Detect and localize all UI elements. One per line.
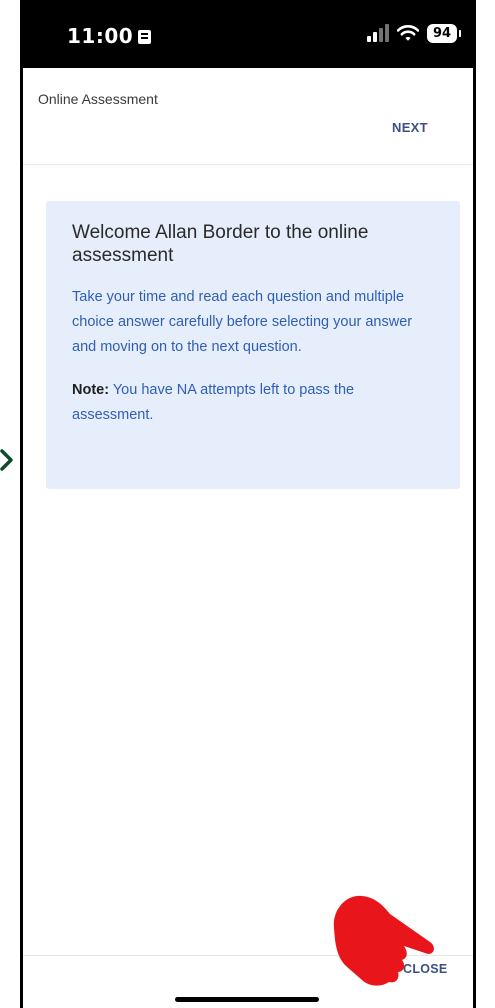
wifi-icon <box>397 25 419 41</box>
app-header: Online Assessment NEXT <box>23 68 473 165</box>
note-label: Note: <box>72 382 110 398</box>
welcome-title: Welcome Allan Border to the online asses… <box>72 222 369 266</box>
attempts-note: Note: You have NA attempts left to pass … <box>72 378 436 428</box>
status-time: 11:00 <box>67 24 152 48</box>
cellular-signal-icon <box>367 24 389 42</box>
chevron-right-icon <box>0 449 13 471</box>
home-indicator[interactable] <box>175 997 319 1002</box>
battery-indicator: 94 <box>427 24 461 43</box>
page-title: Online Assessment <box>38 91 158 107</box>
status-bar: 11:00 94 <box>23 0 473 68</box>
time-text: 11:00 <box>67 24 134 48</box>
phone-frame: 11:00 94 Online Assessment NEXT Welcome … <box>20 0 476 1008</box>
hand-pointer-icon <box>333 895 434 986</box>
welcome-card: Welcome Allan Border to the online asses… <box>46 201 460 489</box>
next-button[interactable]: NEXT <box>392 120 428 135</box>
id-card-icon <box>138 30 152 44</box>
note-text: You have NA attempts left to pass the as… <box>72 382 355 423</box>
instructions-text: Take your time and read each question an… <box>72 289 413 355</box>
